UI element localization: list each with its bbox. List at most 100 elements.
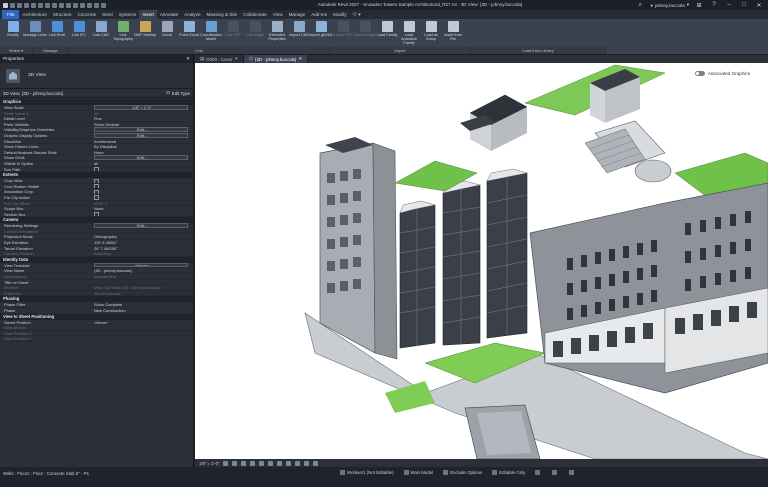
ribbon-tool-18[interactable]: Load Autodesk Family [398,19,420,47]
undo-icon[interactable] [31,2,36,8]
tab-8[interactable]: Analyze [181,10,203,19]
ribbon-tool-7[interactable]: Decal [156,19,178,47]
crop-view-icon[interactable] [268,460,274,466]
ribbon-group-2[interactable]: Link [69,47,330,54]
user-menu[interactable]: ● johnny.buccola ▾ [650,2,689,8]
property-value[interactable]: Edit... [94,127,188,132]
property-value[interactable]: Architectural [92,139,194,144]
tab-10[interactable]: Collaborate [240,10,270,19]
ribbon-tool-6[interactable]: DWF Markup [134,19,156,47]
tab-14[interactable]: Modify [330,10,350,19]
tab-7[interactable]: Annotate [157,10,181,19]
tab-1[interactable]: Architecture [19,10,50,19]
property-value[interactable]: Fine [92,116,194,121]
ribbon-tool-13[interactable]: Import CAD [288,19,310,47]
property-checkbox[interactable] [92,189,194,194]
editable-only-checkbox[interactable]: Editable Only [492,470,525,476]
close-icon[interactable]: ✕ [298,56,302,62]
property-value[interactable]: 115' 8 45/64" [92,240,194,245]
tab-15[interactable]: Ⓒ ▾ [350,10,364,19]
open-icon[interactable] [10,2,15,8]
select-pinned-icon[interactable] [552,470,558,476]
close-button[interactable]: ✕ [754,0,764,10]
property-value[interactable] [92,280,194,285]
ribbon-tool-16[interactable]: Import Image [354,19,376,47]
tab-5[interactable]: Systems [116,10,140,19]
property-checkbox[interactable] [92,195,194,200]
property-checkbox[interactable] [92,184,194,189]
lock-view-icon[interactable] [286,460,292,466]
ribbon-tool-10[interactable]: Link PDF [222,19,244,47]
temporary-hide-icon[interactable] [295,460,301,466]
view-tab-0[interactable]: ▤ G000 - Cover ✕ [195,55,245,63]
property-checkbox[interactable] [92,178,194,183]
ribbon-group-4[interactable]: Load from Library [471,47,606,54]
thin-lines-icon[interactable] [80,2,85,8]
ribbon-group-1[interactable]: Manage [33,47,69,54]
maximize-button[interactable]: □ [739,0,749,10]
design-option-selector[interactable]: Main Model [403,470,433,476]
tab-6[interactable]: Insert [139,10,157,19]
toggle-switch[interactable] [694,71,705,76]
3d-view-icon[interactable] [66,2,71,8]
sun-path-icon[interactable] [241,460,247,466]
edit-type-button[interactable]: ⊡ Edit Type [166,90,190,96]
search-icon[interactable]: ⌕ [635,0,645,10]
show-crop-icon[interactable] [277,460,283,466]
minimize-button[interactable]: – [724,0,734,10]
ribbon-tool-9[interactable]: Coordination Model [200,19,222,47]
text-icon[interactable] [59,2,64,8]
tab-13[interactable]: Add-Ins [308,10,330,19]
render-icon[interactable] [259,460,265,466]
tab-0[interactable]: File [2,10,20,19]
sync-icon[interactable] [24,2,29,8]
exclude-options-checkbox[interactable]: Exclude Options [443,470,482,476]
property-value[interactable]: Edit... [94,132,188,138]
ribbon-tool-0[interactable]: Modify [2,19,24,47]
view-scale[interactable]: 1/8" = 1'-0" [199,461,219,466]
ribbon-tool-11[interactable]: Link Image [244,19,266,47]
tab-11[interactable]: View [270,10,286,19]
measure-icon[interactable] [52,2,57,8]
property-checkbox[interactable] [92,167,194,172]
property-checkbox[interactable] [92,212,194,217]
ribbon-tool-5[interactable]: Link Topography [112,19,134,47]
ribbon-tool-2[interactable]: Link Revit [46,19,68,47]
filter-icon[interactable] [569,470,575,476]
associated-graphics-toggle[interactable]: Associated Graphics [694,71,750,76]
ribbon-tool-12[interactable]: Extended Properties [266,19,288,47]
visual-style-icon[interactable] [232,460,238,466]
ribbon-tool-20[interactable]: Insert from File [442,19,464,47]
instance-selector[interactable]: 3D View: {3D - johnny.buccola} [3,91,63,96]
property-value[interactable]: {3D - johnny.buccola} [92,268,194,273]
cart-icon[interactable]: ⊞ [694,0,704,10]
property-value[interactable]: None [92,150,194,155]
property-value[interactable]: By Discipline [92,144,194,149]
ribbon-tool-1[interactable]: Manage Links [23,19,47,47]
reveal-hidden-icon[interactable] [304,460,310,466]
property-value[interactable]: Orthographic [92,234,194,239]
ribbon-tool-4[interactable]: Link CAD [90,19,112,47]
redo-icon[interactable] [38,2,43,8]
tab-12[interactable]: Manage [286,10,309,19]
property-value[interactable]: New Construction [92,308,194,313]
worksharing-display-icon[interactable] [313,460,319,466]
section-icon[interactable] [73,2,78,8]
save-icon[interactable] [17,2,22,8]
close-icon[interactable]: ✕ [235,56,239,62]
tab-9[interactable]: Massing & Site [204,10,241,19]
close-hidden-icon[interactable] [87,2,92,8]
ribbon-group-0[interactable]: Select ▾ [0,47,33,54]
tab-3[interactable]: Concrete [75,10,100,19]
property-value[interactable]: <None> [92,320,194,325]
close-icon[interactable]: ✕ [186,55,190,63]
property-value[interactable]: Edit... [94,155,188,160]
shadows-icon[interactable] [250,460,256,466]
property-value[interactable]: None [92,206,194,211]
print-icon[interactable] [45,2,50,8]
detail-level-icon[interactable] [223,460,229,466]
ribbon-tool-15[interactable]: Import PDF [332,19,354,47]
customize-qat-icon[interactable] [101,2,106,8]
tab-2[interactable]: Structure [50,10,75,19]
workset-selector[interactable]: Workset1 (Not Editable) [340,470,394,476]
